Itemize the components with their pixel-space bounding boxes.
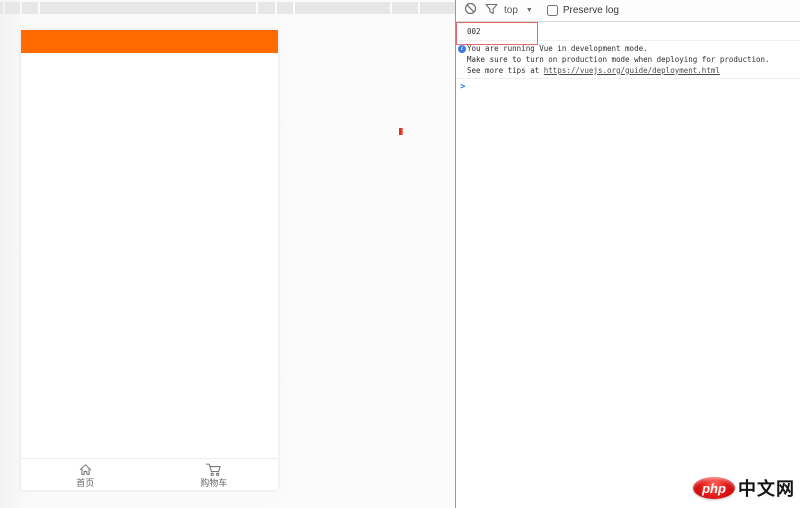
console-log-row: 002 xyxy=(456,22,800,41)
console-prompt-row[interactable]: > xyxy=(456,79,800,95)
home-icon xyxy=(78,462,93,477)
clear-console-icon xyxy=(464,2,477,20)
clear-console-button[interactable] xyxy=(463,2,477,20)
tab-strip-segment xyxy=(420,2,455,14)
preserve-log-label: Preserve log xyxy=(562,5,619,16)
red-artifact-mark xyxy=(399,128,403,135)
console-info-line2: Make sure to turn on production mode whe… xyxy=(467,54,770,64)
mobile-viewport: 首页 购物车 xyxy=(21,30,278,490)
tab-strip-segment xyxy=(258,2,275,14)
deployment-guide-link[interactable]: https://vuejs.org/guide/deployment.html xyxy=(544,66,720,75)
app-tabbar: 首页 购物车 xyxy=(21,458,278,490)
tab-strip-segment xyxy=(295,2,390,14)
tabbar-label-home: 首页 xyxy=(76,477,95,488)
console-info-line3-prefix: See more tips at xyxy=(467,65,544,75)
tab-strip-segment xyxy=(22,2,38,14)
chevron-down-icon: ▼ xyxy=(525,7,533,14)
prompt-chevron-icon: > xyxy=(460,82,466,93)
preserve-log-checkbox[interactable] xyxy=(546,5,558,16)
watermark-text: 中文网 xyxy=(738,479,795,499)
screen: 首页 购物车 top ▼ Preserve log 002 i You are … xyxy=(0,0,800,508)
app-header-bar xyxy=(21,30,278,53)
console-info-line1: You are running Vue in development mode. xyxy=(467,44,648,53)
console-info-row: i You are running Vue in development mod… xyxy=(456,41,800,80)
browser-tab-strip xyxy=(0,2,455,14)
tab-strip-segment xyxy=(392,2,418,14)
tab-strip-segment xyxy=(0,2,3,14)
console-log-text: 002 xyxy=(467,27,481,36)
tabbar-label-cart: 购物车 xyxy=(200,477,228,488)
tab-strip-segment xyxy=(277,2,293,14)
tabbar-item-cart[interactable]: 购物车 xyxy=(150,459,279,490)
console-info-line3: See more tips at https://vuejs.org/guide… xyxy=(467,66,800,77)
devtools-panel: top ▼ Preserve log 002 i You are running… xyxy=(456,0,800,508)
console-output: 002 i You are running Vue in development… xyxy=(456,22,800,508)
tab-strip-segment xyxy=(5,2,20,14)
php-logo-icon: php xyxy=(693,477,735,499)
context-selector-value: top xyxy=(504,5,518,16)
console-toolbar: top ▼ Preserve log xyxy=(456,0,800,22)
filter-funnel-icon xyxy=(484,2,498,20)
preserve-log-toggle[interactable]: Preserve log xyxy=(546,5,619,16)
execution-context-selector[interactable]: top ▼ xyxy=(504,5,533,16)
cart-icon xyxy=(205,462,222,477)
filter-button[interactable] xyxy=(484,2,498,20)
tabbar-item-home[interactable]: 首页 xyxy=(21,459,150,490)
php-cn-watermark: php 中文网 xyxy=(693,475,795,501)
info-icon: i xyxy=(458,45,466,53)
tab-strip-segment xyxy=(40,2,256,14)
page-preview-pane: 首页 购物车 xyxy=(0,0,455,508)
